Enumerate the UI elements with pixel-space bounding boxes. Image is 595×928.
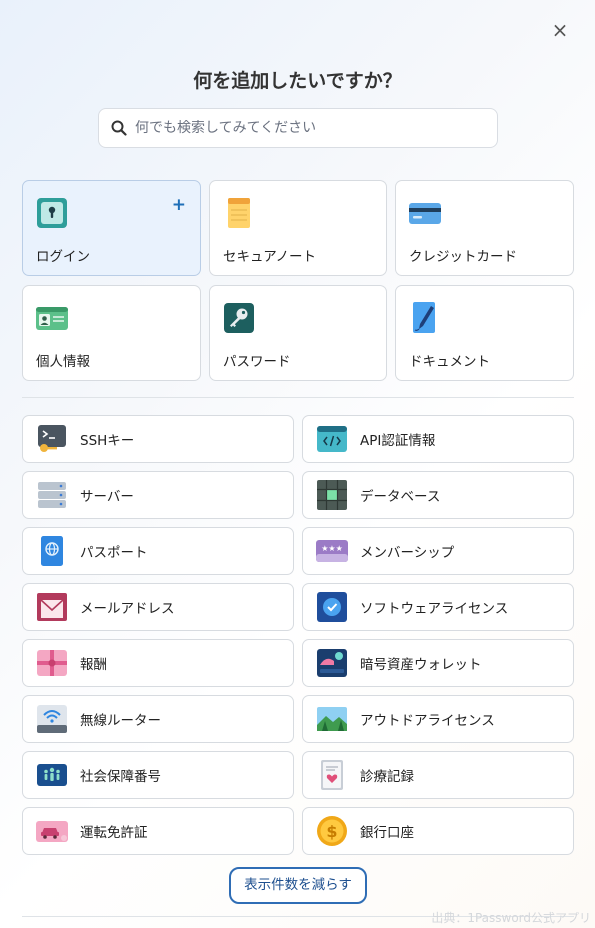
category-server[interactable]: サーバー xyxy=(22,471,294,519)
software-license-icon xyxy=(317,592,347,622)
category-label: 社会保障番号 xyxy=(80,769,161,785)
category-crypto-wallet[interactable]: 暗号資産ウォレット xyxy=(302,639,574,687)
secondary-category-grid: SSHキー API認証情報 サーバー データベース パスポート ★★★ メンバー… xyxy=(22,415,574,855)
category-api-credential[interactable]: API認証情報 xyxy=(302,415,574,463)
close-button[interactable]: × xyxy=(551,20,569,40)
category-label: データベース xyxy=(360,489,441,505)
wireless-router-icon xyxy=(37,705,67,733)
category-login[interactable]: + ログイン xyxy=(22,180,201,276)
category-membership[interactable]: ★★★ メンバーシップ xyxy=(302,527,574,575)
outdoor-license-icon xyxy=(317,707,347,731)
category-medical-record[interactable]: 診療記録 xyxy=(302,751,574,799)
category-label: 運転免許証 xyxy=(80,825,148,841)
ssh-key-icon xyxy=(38,425,66,452)
category-identity[interactable]: 個人情報 xyxy=(22,285,201,381)
category-label: メンバーシップ xyxy=(360,545,455,561)
category-software-license[interactable]: ソフトウェアライセンス xyxy=(302,583,574,631)
category-driver-license[interactable]: 運転免許証 xyxy=(22,807,294,855)
search-input[interactable] xyxy=(135,120,475,136)
category-label: 銀行口座 xyxy=(360,825,414,841)
category-bank-account[interactable]: $ 銀行口座 xyxy=(302,807,574,855)
category-label: アウトドアライセンス xyxy=(360,713,495,729)
add-plus-icon: + xyxy=(171,195,186,215)
svg-text:★★★: ★★★ xyxy=(321,544,343,553)
server-icon xyxy=(38,482,66,508)
medical-record-icon xyxy=(321,760,343,790)
category-label: 診療記録 xyxy=(360,769,414,785)
category-label: API認証情報 xyxy=(360,433,436,449)
category-label: ソフトウェアライセンス xyxy=(360,601,509,617)
email-icon xyxy=(37,593,67,621)
category-password[interactable]: パスワード xyxy=(209,285,387,381)
category-email[interactable]: メールアドレス xyxy=(22,583,294,631)
category-social-security[interactable]: 社会保障番号 xyxy=(22,751,294,799)
category-label: パスワード xyxy=(223,354,291,370)
source-credit: 出典：1Password公式アプリ xyxy=(431,911,591,925)
category-credit-card[interactable]: クレジットカード xyxy=(395,180,574,276)
crypto-wallet-icon xyxy=(317,649,347,677)
category-ssh-key[interactable]: SSHキー xyxy=(22,415,294,463)
document-icon xyxy=(413,302,435,333)
category-reward[interactable]: 報酬 xyxy=(22,639,294,687)
primary-category-grid: + ログイン セキュアノート クレジットカード 個人情報 パスワード ドキュメン… xyxy=(22,180,574,381)
search-box[interactable] xyxy=(98,108,498,148)
category-outdoor-license[interactable]: アウトドアライセンス xyxy=(302,695,574,743)
category-label: 報酬 xyxy=(80,657,107,673)
database-icon xyxy=(317,480,347,510)
search-icon xyxy=(111,120,127,136)
passport-icon xyxy=(41,536,63,566)
category-document[interactable]: ドキュメント xyxy=(395,285,574,381)
api-credential-icon xyxy=(317,426,347,452)
category-label: 暗号資産ウォレット xyxy=(360,657,482,673)
svg-text:$: $ xyxy=(326,822,337,841)
category-passport[interactable]: パスポート xyxy=(22,527,294,575)
show-less-button[interactable]: 表示件数を減らす xyxy=(229,867,367,904)
category-label: ログイン xyxy=(36,249,90,265)
reward-gift-icon xyxy=(37,650,67,676)
category-wireless-router[interactable]: 無線ルーター xyxy=(22,695,294,743)
category-label: サーバー xyxy=(80,489,134,505)
secure-note-icon xyxy=(228,198,250,228)
category-label: ドキュメント xyxy=(409,354,490,370)
category-label: パスポート xyxy=(80,545,148,561)
category-label: メールアドレス xyxy=(80,601,175,617)
identity-card-icon xyxy=(36,307,68,330)
credit-card-icon xyxy=(409,203,441,224)
category-database[interactable]: データベース xyxy=(302,471,574,519)
login-lock-icon xyxy=(37,198,67,228)
bank-account-icon: $ xyxy=(317,816,347,846)
driver-license-icon xyxy=(36,821,68,842)
section-divider xyxy=(22,397,574,398)
category-label: セキュアノート xyxy=(223,249,317,265)
category-label: 個人情報 xyxy=(36,354,90,370)
category-label: SSHキー xyxy=(80,433,135,449)
category-label: クレジットカード xyxy=(409,249,517,265)
category-secure-note[interactable]: セキュアノート xyxy=(209,180,387,276)
membership-icon: ★★★ xyxy=(316,540,348,562)
social-security-icon xyxy=(37,764,67,786)
key-icon xyxy=(224,303,254,333)
dialog-title: 何を追加したいですか？ xyxy=(193,70,402,92)
category-label: 無線ルーター xyxy=(80,713,161,729)
